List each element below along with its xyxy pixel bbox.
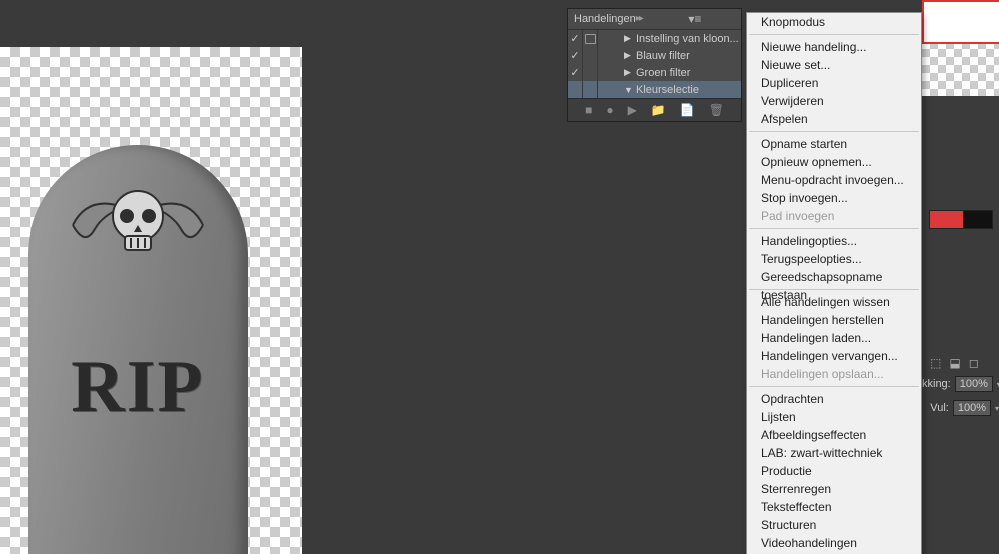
action-row[interactable]: ▼Kleurselectie [568,81,741,98]
menu-item[interactable]: Teksteffecten [747,498,921,516]
disclosure-triangle-icon[interactable]: ▼ [624,85,636,95]
play-icon[interactable]: ▶ [628,103,637,117]
menu-item[interactable]: Videohandelingen [747,534,921,552]
toggle-dialog-checkbox[interactable] [583,30,598,47]
disclosure-triangle-icon[interactable]: ▶ [624,67,636,78]
actions-panel[interactable]: Handelingen ▸▸ ▾≡ ✓▶Instelling van kloon… [567,8,742,122]
toggle-dialog-checkbox[interactable] [583,81,598,98]
stop-icon[interactable]: ■ [585,103,592,117]
navigator-thumbnail[interactable] [922,41,999,96]
menu-item[interactable]: Sterrenregen [747,480,921,498]
menu-item[interactable]: Structuren [747,516,921,534]
actions-panel-header[interactable]: Handelingen ▸▸ ▾≡ [568,9,741,30]
menu-item: Pad invoegen [747,207,921,225]
new-action-icon[interactable]: 📄 [680,103,695,117]
fill-value[interactable]: 100% [953,400,991,416]
menu-item[interactable]: Alle handelingen wissen [747,293,921,311]
menu-item[interactable]: Afbeeldingseffecten [747,426,921,444]
opacity-field[interactable]: kking: 100% ▾ [922,375,999,393]
collapse-icon[interactable]: ▸▸ [636,9,683,29]
layer-thumbnail-selected[interactable] [922,0,999,44]
actions-panel-menu[interactable]: Knopmodus Nieuwe handeling...Nieuwe set..… [746,12,922,554]
action-label: Blauw filter [636,50,741,62]
menu-item[interactable]: Stop invoegen... [747,189,921,207]
right-dock: ⬚ ⬓ ◻ kking: 100% ▾ Vul: 100% ▾ [922,0,999,554]
record-icon[interactable]: ● [606,103,613,117]
layer-style-icon[interactable]: ⬓ [949,356,960,370]
actions-list[interactable]: ✓▶Instelling van kloon...✓▶Blauw filter✓… [568,30,741,98]
new-set-icon[interactable]: 📁 [651,103,666,117]
layer-fx-toolbar: ⬚ ⬓ ◻ [922,353,999,373]
disclosure-triangle-icon[interactable]: ▶ [624,50,636,61]
rip-text: RIP [28,345,248,430]
menu-item[interactable]: Opdrachten [747,390,921,408]
panel-menu-icon[interactable]: ▾≡ [688,9,735,29]
menu-separator [749,34,919,35]
menu-item[interactable]: Dupliceren [747,74,921,92]
actions-panel-title: Handelingen [574,9,636,29]
menu-item[interactable]: Opnieuw opnemen... [747,153,921,171]
toggle-dialog-checkbox[interactable] [583,64,598,81]
menu-item[interactable]: Afspelen [747,110,921,128]
toggle-dialog-checkbox[interactable] [583,47,598,64]
disclosure-triangle-icon[interactable]: ▶ [624,33,636,44]
toggle-action-checkbox[interactable]: ✓ [568,47,583,64]
menu-separator [749,386,919,387]
action-label: Kleurselectie [636,84,741,96]
link-icon[interactable]: ⬚ [930,356,941,370]
layer-mask-icon[interactable]: ◻ [969,356,979,370]
trash-icon[interactable]: 🗑 [709,103,724,117]
toggle-action-checkbox[interactable]: ✓ [568,64,583,81]
document-canvas[interactable]: RIP [0,47,302,554]
toggle-action-checkbox[interactable] [568,81,583,98]
menu-item[interactable]: Nieuwe set... [747,56,921,74]
action-row[interactable]: ✓ ▶Groen filter [568,64,741,81]
menu-item[interactable]: Handelingen laden... [747,329,921,347]
menu-item[interactable]: Nieuwe handeling... [747,38,921,56]
menu-item[interactable]: Gereedschapsopname toestaan [747,268,921,286]
menu-item[interactable]: Handelingen vervangen... [747,347,921,365]
action-label: Instelling van kloon... [636,33,741,45]
action-label: Groen filter [636,67,741,79]
background-swatch[interactable] [963,210,993,229]
menu-item[interactable]: Handelingen herstellen [747,311,921,329]
opacity-value[interactable]: 100% [955,376,993,392]
menu-item[interactable]: Knopmodus [747,13,921,31]
menu-separator [749,228,919,229]
opacity-label: kking: [922,378,951,390]
tombstone-shape: RIP [28,145,248,554]
menu-item: Handelingen opslaan... [747,365,921,383]
menu-item[interactable]: Menu-opdracht invoegen... [747,171,921,189]
toggle-action-checkbox[interactable]: ✓ [568,30,583,47]
menu-separator [749,131,919,132]
foreground-swatch[interactable] [929,210,965,229]
skull-wings-graphic [28,170,248,285]
menu-item[interactable]: Terugspeelopties... [747,250,921,268]
fill-label: Vul: [922,402,949,414]
menu-item[interactable]: Handelingopties... [747,232,921,250]
menu-item[interactable]: Verwijderen [747,92,921,110]
actions-panel-footer[interactable]: ■ ● ▶ 📁 📄 🗑 [568,98,741,121]
action-row[interactable]: ✓ ▶Blauw filter [568,47,741,64]
menu-item[interactable]: Lijsten [747,408,921,426]
action-row[interactable]: ✓ ▶Instelling van kloon... [568,30,741,47]
fill-field[interactable]: Vul: 100% ▾ [922,399,999,417]
menu-item[interactable]: Opname starten [747,135,921,153]
menu-item[interactable]: Productie [747,462,921,480]
menu-item[interactable]: LAB: zwart-wittechniek [747,444,921,462]
chevron-down-icon[interactable]: ▾ [995,404,999,413]
